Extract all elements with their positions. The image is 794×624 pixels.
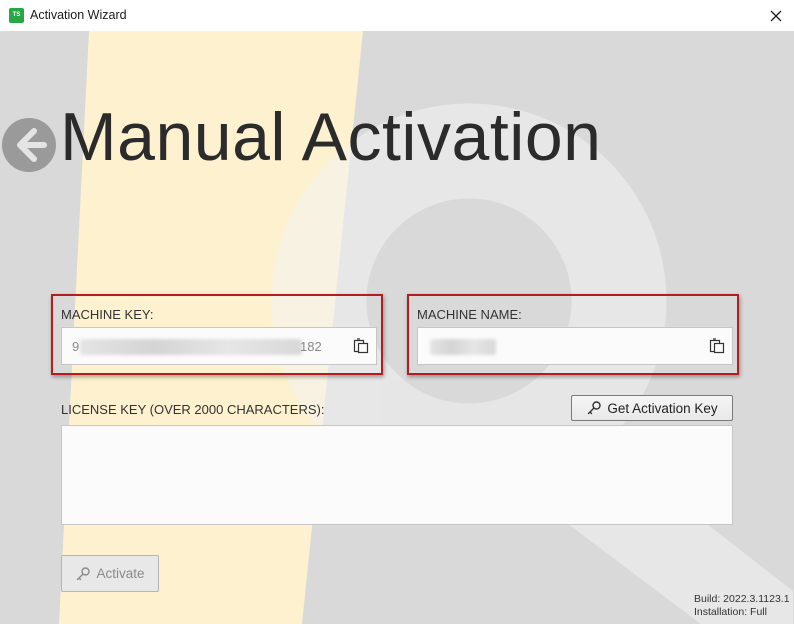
machine-key-redacted [80,339,302,355]
get-activation-key-button[interactable]: Get Activation Key [571,395,733,421]
app-logo-icon: TS [9,8,24,23]
key-icon [77,566,91,580]
get-activation-key-label: Get Activation Key [607,400,718,416]
arrow-left-circle-icon [2,118,56,172]
installation-type: Installation: Full [694,606,767,618]
machine-name-field[interactable] [417,327,733,365]
title-bar: TS Activation Wizard [0,0,794,31]
back-button[interactable] [1,117,57,173]
close-button[interactable] [758,0,794,31]
wizard-content: Manual Activation MACHINE KEY: 9 182 MAC… [1,31,793,624]
window-title: Activation Wizard [30,8,127,22]
build-version: Build: 2022.3.1123.1 [694,593,790,605]
activate-button[interactable]: Activate [61,555,159,592]
machine-key-value-end: 182 [300,339,322,354]
copy-icon[interactable] [708,337,726,355]
page-title: Manual Activation [60,99,602,175]
license-key-label: LICENSE KEY (OVER 2000 CHARACTERS): [61,402,325,417]
machine-key-field[interactable]: 9 182 [61,327,377,365]
copy-icon[interactable] [352,337,370,355]
license-key-input[interactable] [61,425,733,525]
machine-key-value-start: 9 [72,339,80,354]
machine-key-label: MACHINE KEY: [61,307,154,322]
machine-name-label: MACHINE NAME: [417,307,522,322]
close-icon [770,10,782,21]
machine-name-redacted [430,339,496,355]
activate-label: Activate [96,566,145,581]
build-info: Build: 2022.3.1123.1 Installation: Full [694,593,790,619]
key-icon [588,401,602,415]
